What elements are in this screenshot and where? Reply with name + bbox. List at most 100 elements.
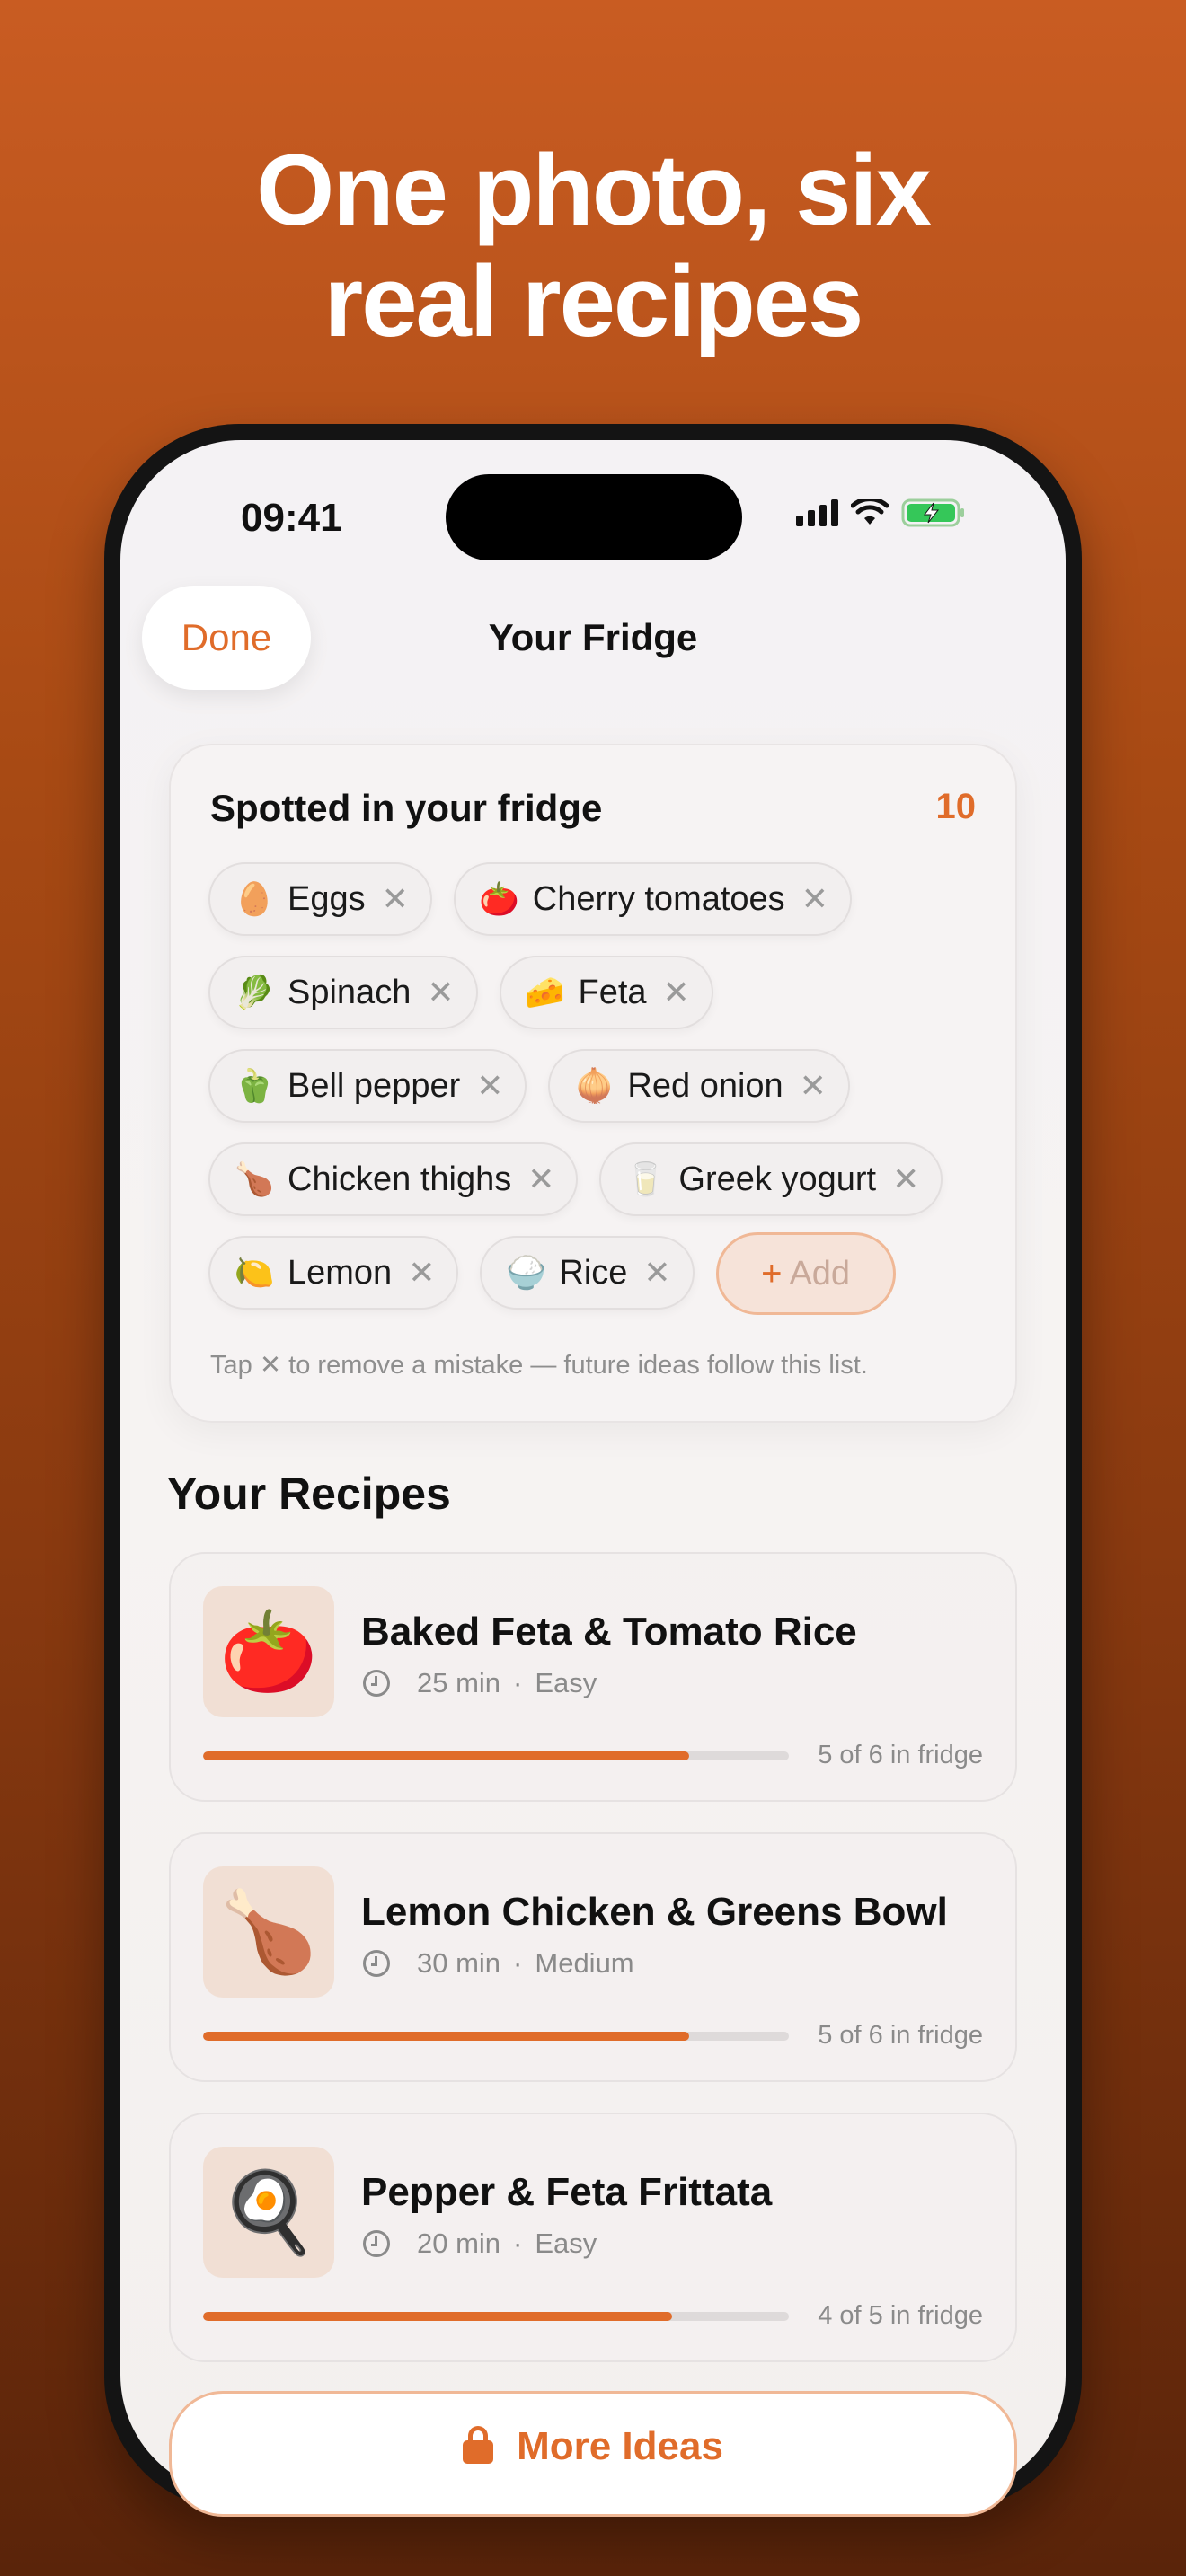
status-time: 09:41 — [241, 496, 342, 540]
wifi-icon — [851, 499, 889, 526]
fridge-match-label: 5 of 6 in fridge — [818, 2021, 983, 2050]
recipe-meta: 30 min · Medium — [363, 1947, 634, 1980]
battery-charging-icon — [901, 498, 966, 528]
meta-separator: · — [513, 2228, 523, 2259]
more-ideas-label: More Ideas — [517, 2424, 723, 2468]
ingredient-label: Spinach — [288, 973, 412, 1011]
more-ideas-button[interactable]: More Ideas — [169, 2391, 1017, 2517]
clock-icon — [363, 1950, 390, 1977]
recipe-card[interactable]: 🍳 Pepper & Feta Frittata 20 min · Easy 4 of 5… — [169, 2113, 1017, 2362]
remove-ingredient-icon[interactable]: ✕ — [527, 1163, 554, 1195]
chip-row: 🍗 Chicken thighs ✕ 🥛 Greek yogurt ✕ — [208, 1142, 999, 1216]
recipe-card[interactable]: 🍗 Lemon Chicken & Greens Bowl 30 min · Mediu… — [169, 1832, 1017, 2082]
ingredient-label: Bell pepper — [288, 1066, 461, 1105]
ingredient-emoji-icon: 🧀 — [525, 974, 565, 1010]
ingredient-chip[interactable]: 🧅 Red onion ✕ — [548, 1049, 850, 1123]
remove-ingredient-icon[interactable]: ✕ — [892, 1163, 919, 1195]
add-ingredient-button[interactable]: + Add — [715, 1232, 896, 1315]
ingredient-emoji-icon: 🥬 — [234, 974, 275, 1010]
remove-ingredient-icon[interactable]: ✕ — [476, 1070, 503, 1102]
recipe-thumbnail-icon: 🍗 — [203, 1866, 334, 1998]
fridge-count-badge: 10 — [935, 787, 977, 826]
fridge-card: Spotted in your fridge 10 🥚 Eggs ✕ 🍅 Cherry … — [169, 744, 1017, 1423]
ingredient-emoji-icon: 🍅 — [479, 880, 520, 917]
recipe-name: Baked Feta & Tomato Rice — [361, 1610, 857, 1654]
recipe-thumbnail-icon: 🍳 — [203, 2147, 334, 2278]
nav-title: Your Fridge — [488, 616, 698, 658]
ingredient-label: Rice — [559, 1253, 628, 1292]
clock-icon — [363, 2230, 390, 2257]
ingredient-chip[interactable]: 🍚 Rice ✕ — [480, 1236, 695, 1310]
recipe-name: Lemon Chicken & Greens Bowl — [361, 1890, 948, 1934]
status-icons — [796, 498, 966, 528]
chip-row: 🥬 Spinach ✕ 🧀 Feta ✕ — [208, 956, 999, 1029]
ingredient-chip[interactable]: 🍗 Chicken thighs ✕ — [208, 1142, 579, 1216]
recipes-title: Your Recipes — [167, 1469, 451, 1519]
recipe-thumbnail-icon: 🍅 — [203, 1586, 334, 1717]
remove-ingredient-icon[interactable]: ✕ — [408, 1257, 435, 1289]
meta-separator: · — [513, 1667, 523, 1698]
recipe-time: 25 min — [417, 1667, 501, 1698]
recipe-card[interactable]: 🍅 Baked Feta & Tomato Rice 25 min · Easy 5 of… — [169, 1552, 1017, 1802]
recipe-difficulty: Easy — [535, 2228, 597, 2259]
dynamic-island — [446, 474, 742, 560]
lock-icon — [463, 2426, 494, 2464]
ingredient-label: Cherry tomatoes — [532, 879, 785, 918]
add-ingredient-label: Add — [789, 1254, 851, 1292]
headline-line-1: One photo, six — [256, 134, 932, 246]
ingredient-emoji-icon: 🥚 — [234, 880, 275, 917]
ingredient-chip[interactable]: 🫑 Bell pepper ✕ — [208, 1049, 527, 1123]
fridge-match-progress-bar — [203, 1751, 789, 1760]
fridge-match-progress-fill — [203, 2312, 672, 2321]
chip-row: 🍋 Lemon ✕ 🍚 Rice ✕ + Add — [208, 1232, 999, 1315]
remove-ingredient-icon[interactable]: ✕ — [427, 976, 454, 1009]
recipe-difficulty: Medium — [535, 1947, 634, 1979]
ingredient-label: Greek yogurt — [678, 1160, 877, 1198]
recipe-time: 30 min — [417, 1947, 501, 1979]
remove-ingredient-icon[interactable]: ✕ — [382, 883, 409, 915]
ingredient-label: Red onion — [627, 1066, 783, 1105]
ingredient-chip-list: 🥚 Eggs ✕ 🍅 Cherry tomatoes ✕ 🥬 Spinach ✕ 🧀 Feta ✕ 🫑 B… — [208, 862, 999, 1329]
headline: One photo, six real recipes — [0, 135, 1186, 357]
ingredient-emoji-icon: 🫑 — [234, 1067, 275, 1104]
ingredient-chip[interactable]: 🥚 Eggs ✕ — [208, 862, 432, 936]
headline-line-2: real recipes — [323, 245, 864, 357]
fridge-match-label: 4 of 5 in fridge — [818, 2301, 983, 2330]
ingredient-label: Feta — [578, 973, 647, 1011]
fridge-hint: Tap ✕ to remove a mistake — future ideas… — [210, 1351, 868, 1380]
ingredient-emoji-icon: 🍚 — [505, 1254, 546, 1291]
meta-separator: · — [513, 1947, 523, 1979]
recipe-meta: 25 min · Easy — [363, 1667, 597, 1699]
recipe-difficulty: Easy — [535, 1667, 597, 1698]
remove-ingredient-icon[interactable]: ✕ — [800, 1070, 827, 1102]
remove-ingredient-icon[interactable]: ✕ — [643, 1257, 670, 1289]
ingredient-emoji-icon: 🧅 — [574, 1067, 615, 1104]
fridge-title: Spotted in your fridge — [210, 787, 603, 829]
remove-ingredient-icon[interactable]: ✕ — [801, 883, 828, 915]
fridge-match-progress-fill — [203, 1751, 690, 1760]
plus-icon: + — [761, 1253, 783, 1293]
ingredient-label: Lemon — [288, 1253, 393, 1292]
ingredient-chip[interactable]: 🥛 Greek yogurt ✕ — [599, 1142, 943, 1216]
fridge-match-progress-bar — [203, 2032, 789, 2041]
fridge-match-label: 5 of 6 in fridge — [818, 1741, 983, 1769]
ingredient-label: Chicken thighs — [288, 1160, 512, 1198]
recipe-time: 20 min — [417, 2228, 501, 2259]
clock-icon — [363, 1670, 390, 1697]
ingredient-chip[interactable]: 🧀 Feta ✕ — [499, 956, 713, 1029]
ingredient-emoji-icon: 🥛 — [625, 1160, 666, 1197]
fridge-match-progress-fill — [203, 2032, 690, 2041]
chip-row: 🥚 Eggs ✕ 🍅 Cherry tomatoes ✕ — [208, 862, 999, 936]
ingredient-label: Eggs — [288, 879, 366, 918]
remove-ingredient-icon[interactable]: ✕ — [663, 976, 690, 1009]
recipe-name: Pepper & Feta Frittata — [361, 2170, 773, 2214]
ingredient-chip[interactable]: 🍋 Lemon ✕ — [208, 1236, 459, 1310]
ingredient-chip[interactable]: 🥬 Spinach ✕ — [208, 956, 478, 1029]
cellular-signal-icon — [796, 499, 838, 526]
fridge-match-progress-bar — [203, 2312, 789, 2321]
ingredient-emoji-icon: 🍋 — [234, 1254, 275, 1291]
recipe-meta: 20 min · Easy — [363, 2228, 597, 2260]
ingredient-chip[interactable]: 🍅 Cherry tomatoes ✕ — [453, 862, 852, 936]
chip-row: 🫑 Bell pepper ✕ 🧅 Red onion ✕ — [208, 1049, 999, 1123]
ingredient-emoji-icon: 🍗 — [234, 1160, 275, 1197]
